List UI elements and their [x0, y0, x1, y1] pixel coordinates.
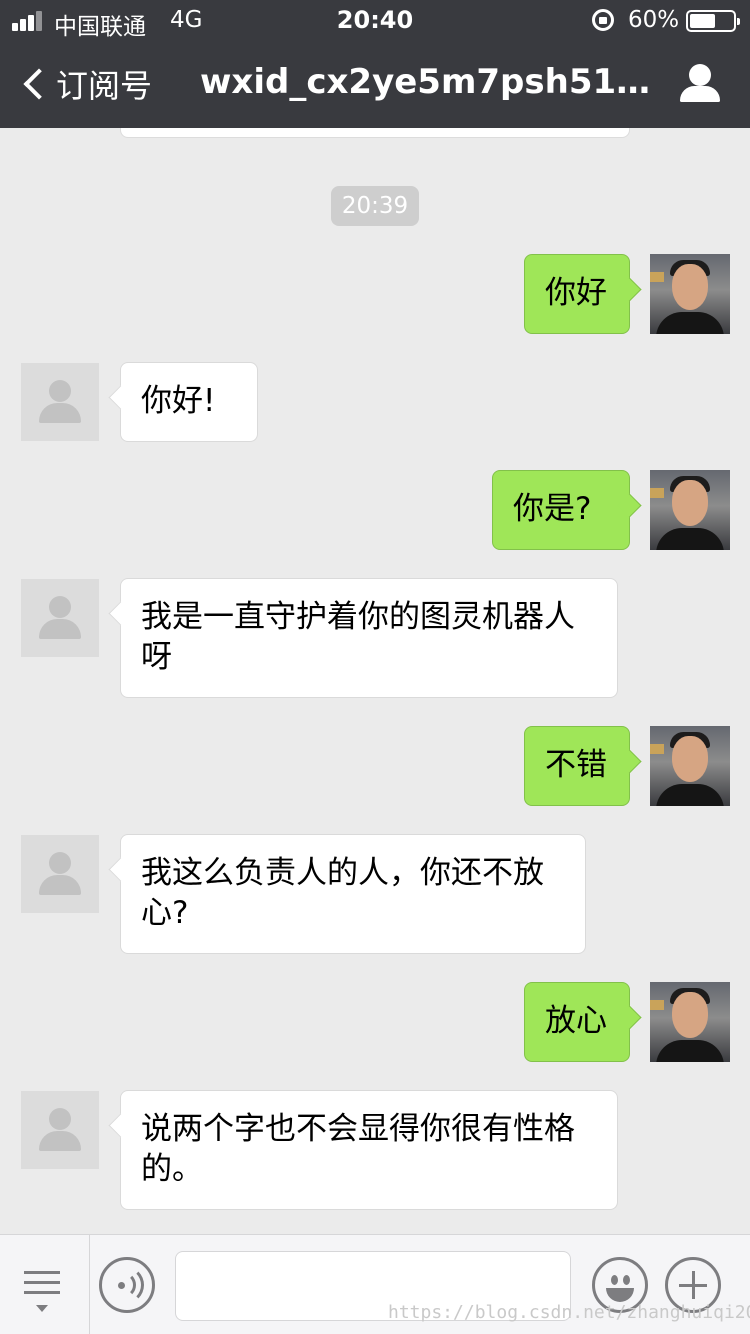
voice-button[interactable]: [99, 1257, 155, 1313]
status-bar: 中国联通 4G 20:40 60%: [0, 0, 750, 40]
watermark: https://blog.csdn.net/zhanghuiqi205: [388, 1302, 750, 1323]
outgoing-message-bubble[interactable]: 你好: [524, 254, 630, 334]
menu-toggle-button[interactable]: [20, 1265, 66, 1312]
chevron-down-icon: [36, 1305, 48, 1312]
person-icon: [49, 852, 71, 874]
profile-button[interactable]: [676, 62, 724, 106]
message-text: 我是一直守护着你的图灵机器人呀: [141, 599, 575, 675]
chevron-left-icon: [23, 68, 55, 100]
menu-icon: [24, 1271, 60, 1274]
my-avatar[interactable]: [650, 254, 730, 334]
back-label: 订阅号: [56, 67, 153, 105]
chat-area[interactable]: 20:39 你好 你好! 你是? 我是一直守护着你的图灵机器人呀 不错 我这么负…: [0, 128, 750, 1234]
bot-avatar[interactable]: [21, 363, 99, 441]
message-text: 你好!: [141, 383, 216, 419]
back-button[interactable]: 订阅号: [20, 62, 152, 106]
timestamp: 20:39: [331, 186, 419, 226]
my-avatar[interactable]: [650, 726, 730, 806]
incoming-message-bubble[interactable]: 我是一直守护着你的图灵机器人呀: [120, 578, 618, 698]
message-text: 我这么负责人的人，你还不放心?: [141, 855, 544, 931]
incoming-message-bubble[interactable]: 说两个字也不会显得你很有性格的。: [120, 1090, 618, 1210]
message-text: 说两个字也不会显得你很有性格的。: [141, 1111, 575, 1187]
outgoing-message-bubble[interactable]: 你是?: [492, 470, 630, 550]
my-avatar[interactable]: [650, 982, 730, 1062]
message-text: 你是?: [513, 491, 592, 527]
person-icon: [49, 596, 71, 618]
battery-icon: [686, 10, 740, 32]
top-bar: 中国联通 4G 20:40 60% 订阅号 wxid_cx2ye5m7psh51…: [0, 0, 750, 128]
chat-title: wxid_cx2ye5m7psh512...: [200, 62, 660, 102]
previous-message-bubble: [120, 128, 630, 138]
bot-avatar[interactable]: [21, 835, 99, 913]
person-icon: [49, 1108, 71, 1130]
outgoing-message-bubble[interactable]: 放心: [524, 982, 630, 1062]
battery-percent: 60%: [628, 7, 680, 33]
incoming-message-bubble[interactable]: 我这么负责人的人，你还不放心?: [120, 834, 586, 954]
bot-avatar[interactable]: [21, 579, 99, 657]
my-avatar[interactable]: [650, 470, 730, 550]
battery-level: [690, 14, 715, 28]
divider: [89, 1235, 90, 1334]
person-icon: [689, 64, 711, 86]
outgoing-message-bubble[interactable]: 不错: [524, 726, 630, 806]
message-text: 不错: [545, 747, 607, 783]
rotation-lock-icon: [592, 9, 614, 31]
person-icon: [49, 380, 71, 402]
message-text: 你好: [545, 275, 607, 311]
smiley-icon: [611, 1275, 618, 1285]
message-text: 放心: [545, 1003, 607, 1039]
incoming-message-bubble[interactable]: 你好!: [120, 362, 258, 442]
bot-avatar[interactable]: [21, 1091, 99, 1169]
